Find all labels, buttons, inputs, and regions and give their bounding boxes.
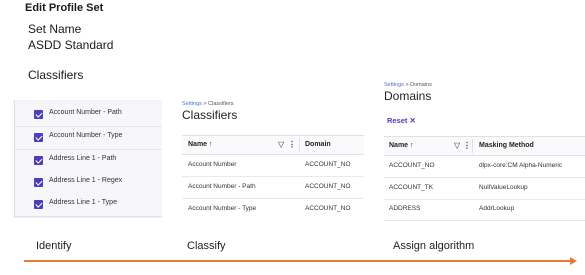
cell-domain: ACCOUNT_NO xyxy=(305,205,351,212)
table-row[interactable]: ADDRESS AddrLookup xyxy=(384,199,585,221)
set-name-label: Set Name xyxy=(28,22,82,36)
cell-name: Account Number - Type xyxy=(188,205,257,212)
classifier-label: Address Line 1 - Type xyxy=(49,199,117,206)
cell-masking-method: dlpx-core:CM Alpha-Numeric xyxy=(479,162,563,169)
process-arrow-line xyxy=(24,260,572,262)
table-row[interactable]: Account Number - Path ACCOUNT_NO xyxy=(182,177,364,199)
breadcrumb: Settings > Classifiers xyxy=(182,101,234,107)
breadcrumb-separator: > xyxy=(203,101,207,107)
filter-icon[interactable]: ▽ xyxy=(278,140,284,149)
assign-panel: Settings > Domains Domains Reset ✕ Name … xyxy=(382,80,585,222)
checkbox-checked-icon[interactable] xyxy=(34,178,43,187)
classifier-label: Account Number - Path xyxy=(49,109,122,116)
cell-domain: ACCOUNT_NO xyxy=(305,161,351,168)
identify-panel: Account Number - Path Account Number - T… xyxy=(14,100,162,218)
cell-masking-method: NullValueLookup xyxy=(479,184,528,191)
arrow-right-icon xyxy=(570,256,577,265)
column-header-name[interactable]: Name ↑ xyxy=(389,142,414,149)
column-header-domain[interactable]: Domain xyxy=(305,141,331,148)
checkbox-checked-icon[interactable] xyxy=(34,133,43,142)
checkbox-checked-icon[interactable] xyxy=(34,200,43,209)
cell-name: Account Number - Path xyxy=(188,183,256,190)
sort-ascending-icon[interactable]: ↑ xyxy=(209,141,213,148)
classifier-list-item[interactable]: Account Number - Type xyxy=(15,127,162,150)
breadcrumb-link[interactable]: Settings xyxy=(182,101,202,107)
table-row[interactable]: Account Number - Type ACCOUNT_NO xyxy=(182,199,364,215)
classifier-list-item[interactable]: Address Line 1 - Regex xyxy=(15,172,162,195)
table-header: Name ↑ ▽ ⋮ Masking Method xyxy=(384,136,585,156)
breadcrumb-current: Domains xyxy=(410,82,432,88)
cell-name: ACCOUNT_TK xyxy=(389,184,434,191)
step-classify-label: Classify xyxy=(187,240,226,252)
breadcrumb-current: Classifiers xyxy=(208,101,234,107)
classifier-list-item[interactable]: Address Line 1 - Path xyxy=(15,150,162,173)
set-name-value: ASDD Standard xyxy=(28,38,114,52)
checkbox-checked-icon[interactable] xyxy=(34,110,43,119)
page-heading: Edit Profile Set xyxy=(25,2,104,14)
classifier-label: Address Line 1 - Regex xyxy=(49,177,123,184)
cell-name: ACCOUNT_NO xyxy=(389,162,435,169)
classifier-label: Address Line 1 - Path xyxy=(49,155,117,162)
cell-name: Account Number xyxy=(188,161,237,168)
table-header: Name ↑ ▽ ⋮ Domain xyxy=(182,135,364,155)
reset-button[interactable]: Reset ✕ xyxy=(387,116,416,125)
cell-name: ADDRESS xyxy=(389,205,421,212)
more-options-icon[interactable]: ⋮ xyxy=(463,141,471,150)
classify-panel: Settings > Classifiers Classifiers Name … xyxy=(176,97,364,215)
page-title: Classifiers xyxy=(182,108,238,122)
page-title: Domains xyxy=(384,89,432,103)
table-row[interactable]: Account Number ACCOUNT_NO xyxy=(182,155,364,177)
classifiers-label: Classifiers xyxy=(28,68,84,82)
cell-domain: ACCOUNT_NO xyxy=(305,183,351,190)
breadcrumb: Settings > Domains xyxy=(384,82,432,88)
table-row[interactable]: ACCOUNT_NO dlpx-core:CM Alpha-Numeric xyxy=(384,156,585,178)
column-divider[interactable] xyxy=(472,139,473,153)
filter-icon[interactable]: ▽ xyxy=(454,141,460,150)
checkbox-checked-icon[interactable] xyxy=(34,156,43,165)
table-row[interactable]: ACCOUNT_TK NullValueLookup xyxy=(384,178,585,200)
classifier-list-item[interactable]: Account Number - Path xyxy=(15,104,162,127)
step-assign-label: Assign algorithm xyxy=(393,240,475,252)
step-identify-label: Identify xyxy=(36,240,72,252)
classifier-list-item[interactable]: Address Line 1 - Type xyxy=(15,194,162,217)
classifier-label: Account Number - Type xyxy=(49,132,123,139)
column-header-name[interactable]: Name ↑ xyxy=(188,141,213,148)
column-divider[interactable] xyxy=(299,138,300,152)
sort-ascending-icon[interactable]: ↑ xyxy=(410,142,414,149)
close-icon: ✕ xyxy=(409,116,416,125)
cell-masking-method: AddrLookup xyxy=(479,205,515,212)
breadcrumb-link[interactable]: Settings xyxy=(384,82,404,88)
more-options-icon[interactable]: ⋮ xyxy=(288,140,296,149)
breadcrumb-separator: > xyxy=(405,82,409,88)
column-header-masking-method[interactable]: Masking Method xyxy=(479,142,534,149)
